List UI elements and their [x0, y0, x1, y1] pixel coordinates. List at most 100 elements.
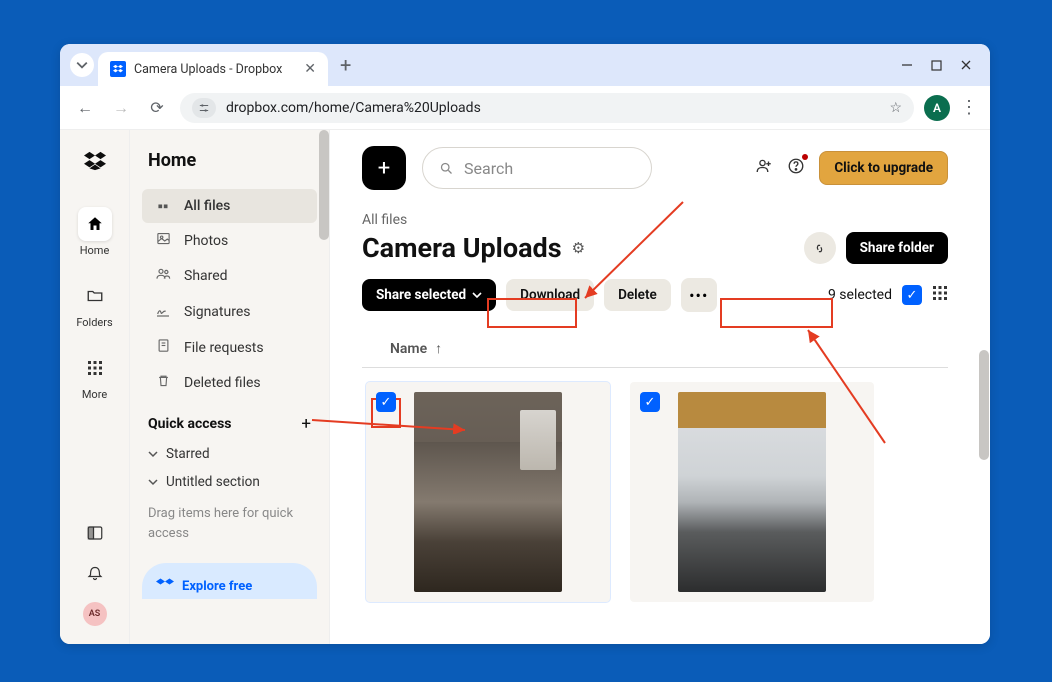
chevron-down-icon: [148, 449, 158, 459]
sidebar-item-shared[interactable]: Shared: [142, 258, 317, 294]
sidebar-item-deleted[interactable]: Deleted files: [142, 365, 317, 400]
rail-more[interactable]: More: [60, 345, 129, 407]
sidebar-title: Home: [142, 150, 317, 171]
name-column-header[interactable]: Name↑: [390, 341, 442, 357]
file-checkbox[interactable]: ✓: [376, 392, 396, 412]
file-grid: ✓ ✓: [362, 382, 948, 602]
file-thumbnail: [678, 392, 826, 592]
search-input[interactable]: Search: [422, 147, 652, 189]
sidebar-item-label: All files: [184, 198, 230, 214]
signature-icon: [154, 302, 172, 322]
file-checkbox[interactable]: ✓: [640, 392, 660, 412]
back-button[interactable]: ←: [72, 98, 98, 118]
explore-free-banner[interactable]: Explore free: [142, 563, 317, 599]
grid-icon: [78, 351, 112, 385]
main-scrollbar[interactable]: [979, 350, 989, 460]
search-placeholder: Search: [464, 159, 513, 178]
add-quick-access-button[interactable]: +: [301, 414, 311, 434]
photo-icon: [154, 231, 172, 250]
column-header-row: Name↑: [362, 340, 948, 368]
rail-folders[interactable]: Folders: [60, 273, 129, 335]
rail-label: Folders: [76, 316, 112, 329]
sidebar-item-label: File requests: [184, 340, 264, 356]
dropbox-favicon: [110, 61, 126, 77]
chevron-down-icon: [148, 477, 158, 487]
browser-window: Camera Uploads - Dropbox ✕ + ← → ⟳ dropb…: [60, 44, 990, 644]
sidebar-item-all-files[interactable]: ▪▪ All files: [142, 189, 317, 223]
sidebar-item-signatures[interactable]: Signatures: [142, 294, 317, 330]
dropbox-icon: [156, 577, 174, 595]
chevron-down-icon: [76, 59, 88, 71]
user-avatar[interactable]: AS: [83, 602, 107, 626]
chrome-menu-button[interactable]: ⋮: [960, 97, 978, 118]
panel-toggle-icon[interactable]: [86, 524, 104, 547]
dropbox-logo[interactable]: [84, 150, 106, 177]
window-minimize-button[interactable]: [901, 56, 913, 75]
sort-ascending-icon: ↑: [435, 341, 442, 357]
copy-link-button[interactable]: [804, 232, 836, 264]
folder-title: Camera Uploads: [362, 232, 562, 264]
more-actions-button[interactable]: •••: [681, 278, 717, 312]
rail-label: More: [82, 388, 107, 401]
download-button[interactable]: Download: [506, 279, 594, 311]
file-card[interactable]: ✓: [630, 382, 874, 602]
reload-button[interactable]: ⟳: [144, 98, 170, 117]
help-button[interactable]: [787, 157, 805, 180]
quick-access-header: Quick access +: [142, 400, 317, 440]
new-tab-button[interactable]: +: [340, 53, 351, 77]
window-close-button[interactable]: [960, 56, 972, 75]
sidebar: Home ▪▪ All files Photos Shared Signatur…: [130, 130, 330, 644]
folder-header: Camera Uploads ⚙ Share folder: [362, 232, 948, 264]
file-thumbnail: [414, 392, 562, 592]
main-panel: + Search Click to upgrade All files Came…: [330, 130, 990, 644]
trash-icon: [154, 373, 172, 392]
create-button[interactable]: +: [362, 146, 406, 190]
select-all-checkbox[interactable]: ✓: [902, 285, 922, 305]
rail-label: Home: [80, 244, 110, 257]
untitled-section[interactable]: Untitled section: [142, 468, 317, 496]
tab-close-button[interactable]: ✕: [304, 61, 316, 77]
top-bar: + Search Click to upgrade: [362, 146, 948, 190]
delete-button[interactable]: Delete: [604, 279, 671, 311]
home-icon: [78, 207, 112, 241]
rail-home[interactable]: Home: [60, 201, 129, 263]
window-maximize-button[interactable]: [931, 56, 942, 75]
folder-icon: [78, 279, 112, 313]
left-rail: Home Folders More AS: [60, 130, 130, 644]
tab-title: Camera Uploads - Dropbox: [134, 62, 296, 77]
bell-icon[interactable]: [86, 563, 104, 586]
files-icon: ▪▪: [154, 197, 172, 215]
quick-access-hint: Drag items here for quick access: [142, 496, 317, 551]
invite-button[interactable]: [755, 157, 773, 180]
sidebar-item-label: Signatures: [184, 304, 251, 320]
file-request-icon: [154, 338, 172, 357]
page-content: Home Folders More AS Home ▪▪ All files: [60, 130, 990, 644]
sidebar-item-label: Shared: [184, 268, 228, 284]
tab-search-button[interactable]: [70, 53, 94, 77]
search-icon: [439, 161, 454, 176]
sidebar-item-label: Photos: [184, 233, 228, 249]
sidebar-scrollbar[interactable]: [319, 130, 329, 240]
forward-button[interactable]: →: [108, 98, 134, 118]
chevron-down-icon: [472, 290, 482, 300]
share-folder-button[interactable]: Share folder: [846, 232, 948, 264]
tab-bar: Camera Uploads - Dropbox ✕ +: [60, 44, 990, 86]
selected-count: 9 selected: [828, 287, 892, 303]
sidebar-item-label: Deleted files: [184, 375, 261, 391]
breadcrumb[interactable]: All files: [362, 212, 948, 228]
action-bar: Share selected Download Delete ••• 9 sel…: [362, 278, 948, 312]
share-selected-button[interactable]: Share selected: [362, 279, 496, 311]
site-info-icon[interactable]: [192, 98, 216, 118]
sidebar-item-photos[interactable]: Photos: [142, 223, 317, 258]
view-toggle-button[interactable]: [932, 285, 948, 306]
file-card[interactable]: ✓: [366, 382, 610, 602]
starred-section[interactable]: Starred: [142, 440, 317, 468]
bookmark-star-icon[interactable]: ☆: [889, 100, 902, 116]
upgrade-button[interactable]: Click to upgrade: [819, 151, 948, 185]
sidebar-item-file-requests[interactable]: File requests: [142, 330, 317, 365]
people-icon: [154, 266, 172, 286]
chrome-profile-avatar[interactable]: A: [924, 95, 950, 121]
address-bar[interactable]: dropbox.com/home/Camera%20Uploads ☆: [180, 93, 914, 123]
browser-tab[interactable]: Camera Uploads - Dropbox ✕: [98, 52, 328, 86]
folder-settings-button[interactable]: ⚙: [572, 239, 585, 257]
